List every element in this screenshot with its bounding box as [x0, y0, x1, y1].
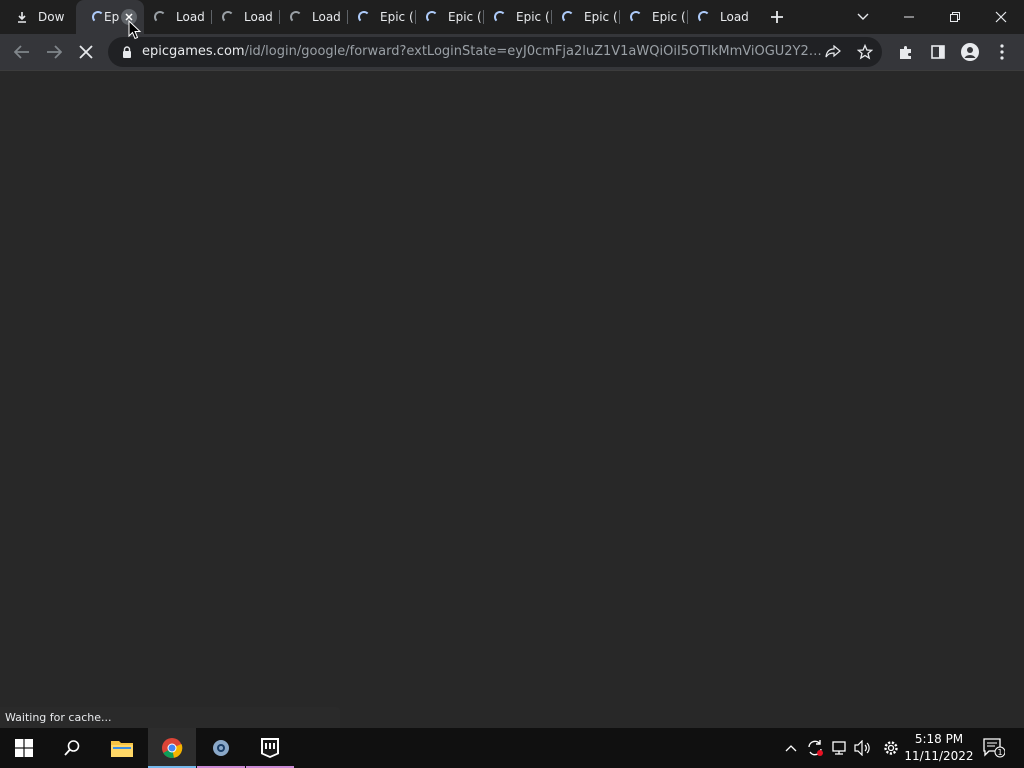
system-clock[interactable]: 5:18 PM 11/11/2022: [904, 731, 974, 765]
tab-epic[interactable]: Epic (: [416, 0, 484, 34]
loading-spinner-icon: [152, 9, 168, 25]
chrome-icon: [162, 738, 183, 759]
sync-tray-button[interactable]: [803, 728, 827, 768]
tab-epic[interactable]: Epic (: [620, 0, 688, 34]
tab-search-button[interactable]: [840, 0, 886, 34]
tab-label: Load: [312, 10, 341, 24]
settings-app-taskbar-button[interactable]: [197, 728, 245, 768]
speaker-icon: [854, 740, 870, 756]
new-tab-button[interactable]: [764, 5, 790, 29]
search-icon: [64, 740, 80, 756]
loading-spinner-icon: [696, 9, 712, 25]
arrow-right-icon: [47, 45, 62, 59]
show-hidden-icons-button[interactable]: [779, 728, 803, 768]
menu-button[interactable]: [988, 38, 1016, 66]
tab-loading[interactable]: Load: [688, 0, 756, 34]
start-button[interactable]: [0, 728, 48, 768]
avatar-icon: [961, 43, 979, 61]
minimize-button[interactable]: [886, 0, 932, 34]
puzzle-icon: [900, 46, 911, 59]
search-button[interactable]: [48, 728, 96, 768]
gear-app-icon: [213, 740, 229, 756]
forward-button[interactable]: [40, 38, 68, 66]
url-text[interactable]: epicgames.com/id/login/google/forward?ex…: [142, 44, 822, 59]
loading-spinner-icon: [356, 9, 372, 25]
tab-label: Ep: [104, 10, 120, 24]
url-path: /id/login/google/forward?extLoginState=e…: [244, 44, 822, 59]
windows-logo-icon: [15, 739, 33, 757]
epic-games-logo-icon: [261, 738, 279, 758]
restore-icon: [950, 12, 960, 22]
profile-button[interactable]: [956, 38, 984, 66]
notification-icon: 1: [983, 738, 1005, 758]
network-icon: [832, 741, 846, 755]
network-tray-button[interactable]: [827, 728, 851, 768]
extensions-button[interactable]: [892, 38, 920, 66]
browser-toolbar: epicgames.com/id/login/google/forward?ex…: [0, 34, 1024, 70]
chrome-taskbar-button[interactable]: [148, 728, 196, 768]
back-button[interactable]: [8, 38, 36, 66]
tab-loading[interactable]: Load: [144, 0, 212, 34]
tab-label: Epic (: [380, 10, 414, 24]
clock-date: 11/11/2022: [904, 749, 974, 763]
stop-loading-button[interactable]: [72, 38, 100, 66]
loading-spinner-icon: [492, 9, 508, 25]
tab-downloads[interactable]: Dow: [6, 0, 72, 34]
star-icon[interactable]: [856, 43, 874, 61]
settings-tray-button[interactable]: [879, 728, 903, 768]
address-bar[interactable]: epicgames.com/id/login/google/forward?ex…: [108, 37, 882, 67]
folder-icon: [111, 741, 133, 757]
loading-spinner-icon: [288, 9, 304, 25]
tab-epic[interactable]: Epic (: [484, 0, 552, 34]
close-icon: [995, 11, 1007, 23]
file-explorer-taskbar-button[interactable]: [98, 728, 146, 768]
plus-icon: [771, 11, 783, 23]
loading-spinner-icon: [220, 9, 236, 25]
url-host: epicgames.com: [142, 44, 245, 59]
minimize-icon: [904, 16, 914, 18]
chevron-up-icon: [785, 745, 797, 752]
mouse-cursor-icon: [128, 20, 142, 40]
gear-icon: [884, 741, 898, 755]
loading-spinner-icon: [560, 9, 576, 25]
action-center-button[interactable]: 1: [980, 728, 1008, 768]
close-window-button[interactable]: [978, 0, 1024, 34]
side-panel-button[interactable]: [924, 38, 952, 66]
tab-label: Epic (: [448, 10, 482, 24]
kebab-menu-icon: [1000, 44, 1004, 60]
status-bubble: Waiting for cache...: [0, 707, 340, 728]
loading-spinner-icon: [628, 9, 644, 25]
tab-label: Dow: [38, 10, 65, 24]
epic-games-taskbar-button[interactable]: [246, 728, 294, 768]
tab-epic[interactable]: Epic (: [348, 0, 416, 34]
close-icon: [79, 45, 93, 59]
tab-label: Epic (: [516, 10, 550, 24]
tab-label: Epic (: [652, 10, 686, 24]
volume-tray-button[interactable]: [851, 728, 875, 768]
tab-label: Load: [720, 10, 749, 24]
side-panel-icon: [931, 45, 945, 59]
clock-time: 5:18 PM: [914, 732, 964, 746]
tab-strip: Dow Ep Load Load Load Epic ( Epic ( Epic…: [0, 0, 1024, 34]
share-icon[interactable]: [824, 43, 842, 61]
tab-loading[interactable]: Load: [212, 0, 280, 34]
notification-count: 1: [997, 748, 1002, 757]
loading-spinner-icon: [424, 9, 440, 25]
sync-icon: [808, 740, 823, 756]
chevron-down-icon: [857, 13, 869, 20]
page-content: [0, 70, 1024, 728]
restore-button[interactable]: [932, 0, 978, 34]
windows-taskbar: 5:18 PM 11/11/2022 1: [0, 728, 1024, 768]
tab-label: Load: [244, 10, 273, 24]
arrow-left-icon: [14, 45, 29, 59]
tab-label: Load: [176, 10, 205, 24]
tab-epic[interactable]: Epic (: [552, 0, 620, 34]
tab-label: Epic (: [584, 10, 618, 24]
tab-loading[interactable]: Load: [280, 0, 348, 34]
lock-icon[interactable]: [118, 43, 136, 61]
download-icon: [14, 9, 30, 25]
